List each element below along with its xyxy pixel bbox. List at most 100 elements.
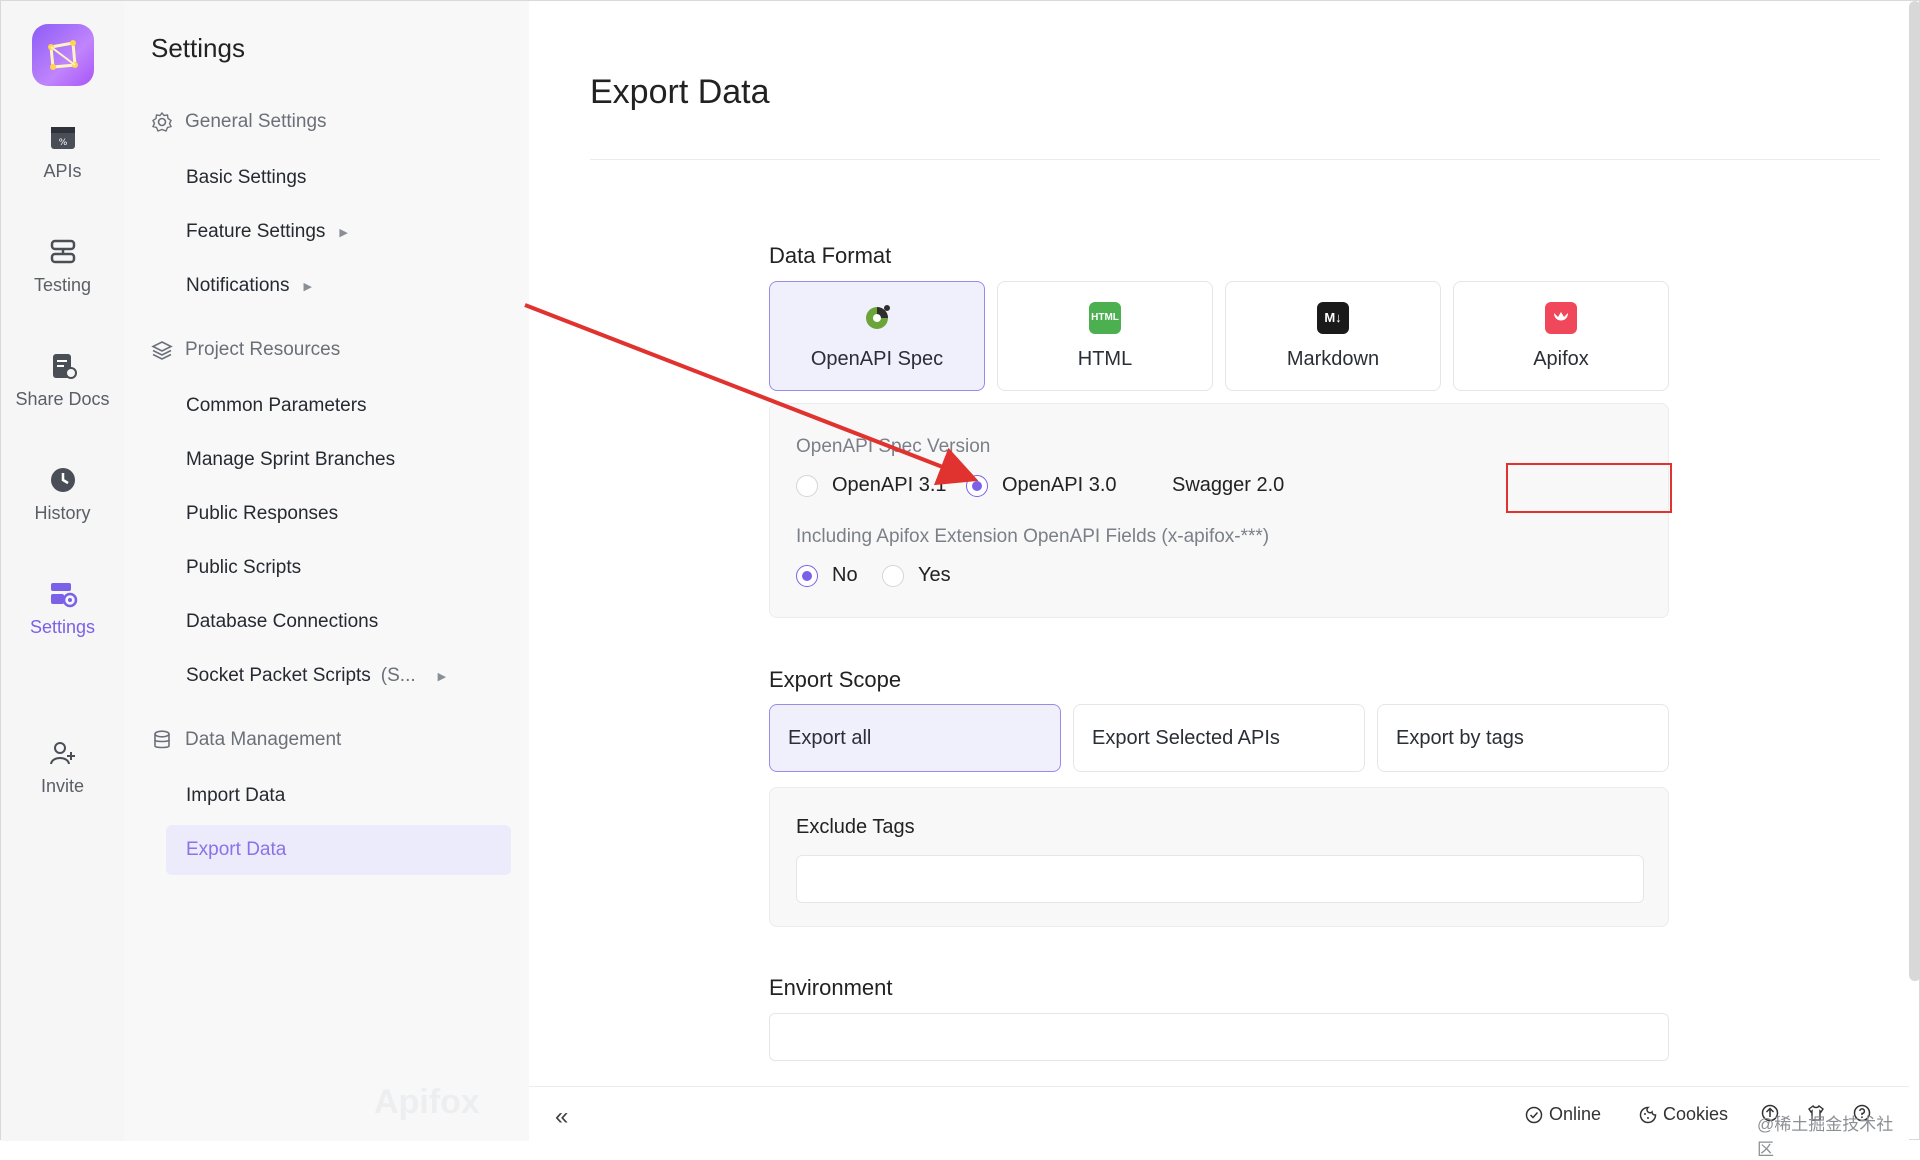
- scope-label: Export Selected APIs: [1092, 726, 1280, 749]
- settings-icon: [50, 583, 77, 608]
- rail-label-apis: APIs: [43, 161, 82, 181]
- nav-item-label: Socket Packet Scripts: [186, 665, 371, 686]
- rail-item-share-docs[interactable]: Share Docs: [1, 351, 124, 410]
- apifox-icon: [1545, 301, 1577, 334]
- rail-item-apis[interactable]: % APIs: [1, 123, 124, 182]
- nav-group-label: Project Resources: [185, 339, 341, 360]
- nav-item-suffix: (S...: [380, 665, 416, 686]
- radio-label: Swagger 2.0: [1172, 474, 1285, 496]
- radio-extension-yes[interactable]: Yes: [882, 564, 951, 587]
- radio-extension-no[interactable]: No: [796, 564, 858, 587]
- online-label: Online: [1549, 1104, 1602, 1124]
- divider: [590, 159, 1880, 160]
- exclude-tags-input[interactable]: [796, 855, 1644, 903]
- radio-dot: [882, 564, 904, 587]
- radio-dot: [796, 474, 818, 497]
- format-label: Apifox: [1533, 347, 1589, 370]
- nav-item-socket-packet-scripts[interactable]: Socket Packet Scripts (S... ▶: [166, 651, 511, 701]
- apis-icon: %: [50, 127, 75, 149]
- testing-icon: [50, 239, 75, 264]
- rail-item-settings[interactable]: Settings: [1, 579, 124, 638]
- svg-text:%: %: [58, 138, 67, 148]
- rail-label-invite: Invite: [40, 776, 85, 796]
- gear-icon: [151, 111, 173, 132]
- nav-item-label: Common Parameters: [186, 395, 367, 416]
- scope-label: Export all: [788, 726, 872, 749]
- app-logo[interactable]: [32, 24, 94, 86]
- cookies-button[interactable]: Cookies: [1639, 1104, 1728, 1125]
- scope-export-by-tags[interactable]: Export by tags: [1377, 704, 1669, 772]
- vertical-scrollbar[interactable]: [1909, 1, 1920, 981]
- annotation-highlight-box: [1506, 463, 1672, 513]
- share-docs-icon: [52, 354, 77, 379]
- nav-group-label: General Settings: [185, 111, 327, 132]
- nav-item-basic-settings[interactable]: Basic Settings: [166, 153, 511, 203]
- rail-item-testing[interactable]: Testing: [1, 237, 124, 296]
- online-status[interactable]: Online: [1525, 1104, 1601, 1125]
- nav-group-general-settings: General Settings: [151, 111, 327, 133]
- database-icon: [154, 730, 170, 749]
- rail-item-invite[interactable]: Invite: [1, 738, 124, 797]
- radio-label: Yes: [918, 564, 951, 586]
- html-icon: HTML: [1089, 301, 1121, 334]
- nav-item-notifications[interactable]: Notifications ▶: [166, 261, 511, 311]
- nav-item-label: Basic Settings: [186, 167, 307, 188]
- radio-dot: [796, 564, 818, 587]
- scope-export-all[interactable]: Export all: [769, 704, 1061, 772]
- radio-label: OpenAPI 3.1: [832, 474, 947, 496]
- rail-item-history[interactable]: History: [1, 465, 124, 524]
- nav-group-data-management: Data Management: [151, 729, 341, 751]
- rail-label-share-docs: Share Docs: [15, 389, 110, 409]
- markdown-icon: M↓: [1317, 301, 1349, 334]
- data-format-label: Data Format: [769, 243, 892, 268]
- caret-right-icon: ▶: [303, 280, 312, 293]
- format-label: HTML: [1077, 347, 1133, 370]
- format-openapi-spec[interactable]: OpenAPI Spec: [769, 281, 985, 391]
- nav-item-public-scripts[interactable]: Public Scripts: [166, 543, 511, 593]
- nav-item-export-data[interactable]: Export Data: [166, 825, 511, 875]
- format-apifox[interactable]: Apifox: [1453, 281, 1669, 391]
- nav-group-label: Data Management: [185, 729, 342, 750]
- nav-item-database-connections[interactable]: Database Connections: [166, 597, 511, 647]
- left-rail: % APIs Testing Share Docs History Settin…: [1, 1, 124, 1141]
- nav-item-import-data[interactable]: Import Data: [166, 771, 511, 821]
- app-window: % APIs Testing Share Docs History Settin…: [0, 0, 1920, 1159]
- app-logo-icon: [48, 40, 78, 70]
- nav-item-label: Feature Settings: [186, 221, 326, 242]
- nav-title: Settings: [151, 33, 245, 63]
- nav-item-common-parameters[interactable]: Common Parameters: [166, 381, 511, 431]
- rail-label-history: History: [34, 503, 91, 523]
- check-circle-icon: [1525, 1106, 1543, 1123]
- main-content: Export Data Data Format OpenAPI Spec HTM…: [529, 1, 1909, 1086]
- nav-item-label: Database Connections: [186, 611, 379, 632]
- invite-icon: [49, 742, 75, 765]
- page-title: Export Data: [590, 73, 770, 111]
- format-html[interactable]: HTML HTML: [997, 281, 1213, 391]
- caret-right-icon: ▶: [339, 226, 348, 239]
- scope-label: Export by tags: [1396, 726, 1524, 749]
- radio-openapi-3-1[interactable]: OpenAPI 3.1: [796, 474, 947, 497]
- nav-item-feature-settings[interactable]: Feature Settings ▶: [166, 207, 511, 257]
- scope-export-selected[interactable]: Export Selected APIs: [1073, 704, 1365, 772]
- environment-label: Environment: [769, 975, 893, 1000]
- nav-group-project-resources: Project Resources: [151, 339, 340, 361]
- nav-item-label: Manage Sprint Branches: [186, 449, 396, 470]
- nav-item-public-responses[interactable]: Public Responses: [166, 489, 511, 539]
- export-scope-label: Export Scope: [769, 667, 902, 692]
- radio-swagger-2-0[interactable]: Swagger 2.0: [1136, 474, 1284, 497]
- format-markdown[interactable]: M↓ Markdown: [1225, 281, 1441, 391]
- cookies-label: Cookies: [1663, 1104, 1729, 1124]
- nav-item-label: Notifications: [186, 275, 290, 296]
- nav-item-manage-sprint-branches[interactable]: Manage Sprint Branches: [166, 435, 511, 485]
- environment-select[interactable]: [769, 1013, 1669, 1061]
- settings-nav: Settings General Settings Basic Settings…: [124, 1, 529, 1141]
- spec-version-label: OpenAPI Spec Version: [796, 436, 991, 457]
- format-label: Markdown: [1286, 347, 1380, 370]
- layers-icon: [151, 341, 173, 360]
- watermark-text: @稀土掘金技术社区: [1757, 1115, 1894, 1159]
- collapse-sidebar-button[interactable]: «: [555, 1103, 568, 1131]
- radio-openapi-3-0[interactable]: OpenAPI 3.0: [966, 474, 1117, 497]
- bottom-bar: « Online Cookies @稀土掘金技术社区: [529, 1086, 1909, 1159]
- nav-item-label: Public Responses: [186, 503, 339, 524]
- radio-label: OpenAPI 3.0: [1002, 474, 1117, 496]
